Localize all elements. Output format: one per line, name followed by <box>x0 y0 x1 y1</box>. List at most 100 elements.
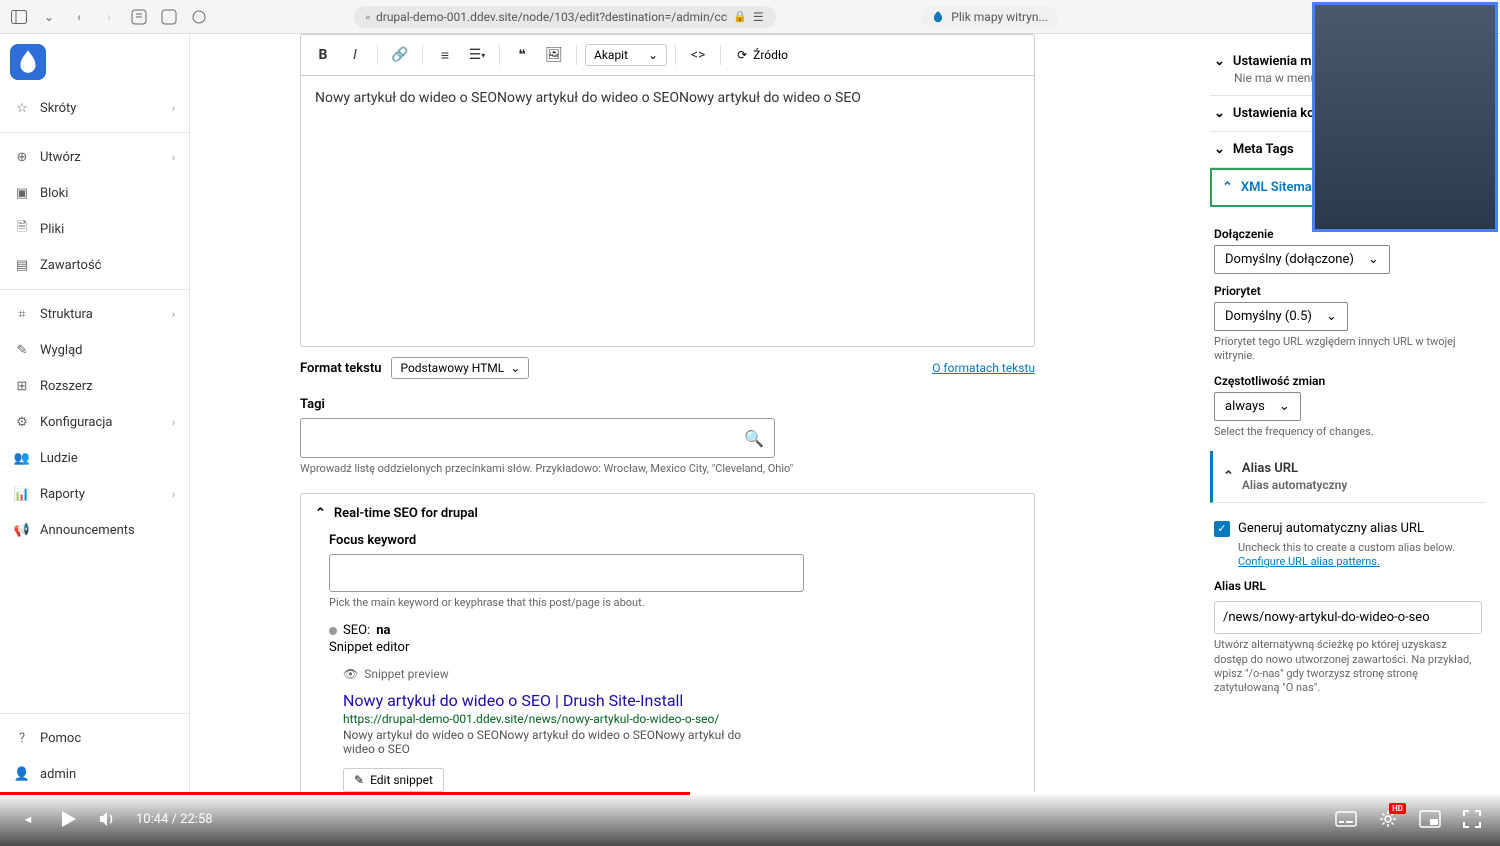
app-icon-2[interactable] <box>160 8 178 26</box>
snippet-editor-label: Snippet editor <box>329 640 1006 655</box>
text-format-row: Format tekstu Podstawowy HTML ⌄ O format… <box>300 357 1035 379</box>
sidebar-item-content[interactable]: ▤ Zawartość <box>0 247 189 283</box>
chevron-down-icon: ⌄ <box>1214 54 1225 69</box>
priority-select[interactable]: Domyślny (0.5) ⌄ <box>1214 302 1348 331</box>
prev-button[interactable]: ◄ <box>16 807 40 831</box>
alias-url-help: Utwórz alternatywną ścieżkę po której uz… <box>1214 638 1482 695</box>
sidebar-toggle-icon[interactable] <box>10 8 28 26</box>
main-content: B I 🔗 ≡ ☰▾ ❝ 🖼 Akapit ⌄ <> ⟳ <box>190 34 1200 792</box>
sidebar-item-help[interactable]: ? Pomoc <box>0 720 189 756</box>
priority-label: Priorytet <box>1214 284 1482 298</box>
chevron-right-icon: › <box>172 102 175 115</box>
sidebar-label: Utwórz <box>40 150 81 165</box>
url-bar[interactable]: ▫ drupal-demo-001.ddev.site/node/103/edi… <box>354 6 776 28</box>
sidebar-item-config[interactable]: ⚙ Konfiguracja › <box>0 404 189 440</box>
chevron-right-icon: › <box>172 416 175 429</box>
sidebar-label: admin <box>40 767 76 782</box>
inclusion-value: Domyślny (dołączone) <box>1225 252 1354 267</box>
drupal-small-icon <box>931 10 945 24</box>
tags-input[interactable]: 🔍 <box>300 418 775 458</box>
sidebar-item-extend[interactable]: ⊞ Rozszerz <box>0 368 189 404</box>
source-label: Źródło <box>753 48 788 62</box>
sidebar-item-reports[interactable]: 📊 Raporty › <box>0 476 189 512</box>
star-icon: ☆ <box>14 100 30 116</box>
chevron-down-icon: ⌄ <box>1279 399 1290 414</box>
code-button[interactable]: <> <box>684 41 712 69</box>
frequency-select[interactable]: always ⌄ <box>1214 392 1301 421</box>
app-icon-1[interactable] <box>130 8 148 26</box>
video-player-controls: ◄ 10:44 / 22:58 HD <box>0 792 1500 846</box>
edit-snippet-button[interactable]: ✎ Edit snippet <box>343 768 444 792</box>
video-progress-fill <box>0 792 690 795</box>
italic-button[interactable]: I <box>341 41 369 69</box>
chevron-up-icon: ⌃ <box>1223 469 1234 484</box>
chevron-right-icon: › <box>172 488 175 501</box>
forward-icon[interactable]: › <box>100 8 118 26</box>
settings-button[interactable]: HD <box>1376 807 1400 831</box>
seo-toggle[interactable]: ⌃ Real-time SEO for drupal <box>301 494 1034 533</box>
sidebar-item-create[interactable]: ⊕ Utwórz › <box>0 139 189 175</box>
editor-toolbar: B I 🔗 ≡ ☰▾ ❝ 🖼 Akapit ⌄ <> ⟳ <box>301 35 1034 76</box>
sidebar-item-people[interactable]: 👥 Ludzie <box>0 440 189 476</box>
source-button[interactable]: ⟳ Źródło <box>729 45 796 65</box>
back-icon[interactable]: ‹ <box>70 8 88 26</box>
chevron-down-icon: ⌄ <box>1214 142 1225 157</box>
browser-tab-2[interactable]: Plik mapy witryn... <box>921 6 1058 28</box>
frequency-help: Select the frequency of changes. <box>1214 425 1482 439</box>
video-progress-bar[interactable] <box>0 792 1500 795</box>
structure-icon: ⌗ <box>14 306 30 322</box>
sidebar-label: Rozszerz <box>40 379 93 394</box>
xml-sitemap-title: XML Sitemap <box>1241 180 1319 195</box>
sidebar-item-blocks[interactable]: ▣ Bloki <box>0 175 189 211</box>
dropdown-icon[interactable]: ⌄ <box>40 8 58 26</box>
auto-alias-checkbox[interactable]: ✓ <box>1214 521 1230 537</box>
chart-icon: 📊 <box>14 486 30 502</box>
sidebar-item-files[interactable]: 🗎 Pliki <box>0 211 189 247</box>
tags-label: Tagi <box>300 397 1180 412</box>
page-icon: ▫ <box>366 10 370 24</box>
paragraph-select[interactable]: Akapit ⌄ <box>585 44 667 66</box>
format-value: Podstawowy HTML <box>400 361 504 375</box>
seo-status-value: na <box>376 623 390 638</box>
sidebar-item-shortcuts[interactable]: ☆ Skróty › <box>0 90 189 126</box>
drupal-logo[interactable] <box>10 44 46 80</box>
sidebar-item-appearance[interactable]: ✎ Wygląd <box>0 332 189 368</box>
sidebar-item-structure[interactable]: ⌗ Struktura › <box>0 296 189 332</box>
editor-body[interactable]: Nowy artykuł do wideo o SEONowy artykuł … <box>301 76 1034 346</box>
app-icon-3[interactable] <box>190 8 208 26</box>
sidebar-label: Skróty <box>40 101 76 116</box>
image-button[interactable]: 🖼 <box>540 41 568 69</box>
focus-keyword-input[interactable] <box>329 554 804 592</box>
hd-badge: HD <box>1389 803 1406 814</box>
bullet-list-button[interactable]: ≡ <box>431 41 459 69</box>
file-icon: 🗎 <box>14 221 30 237</box>
inclusion-select[interactable]: Domyślny (dołączone) ⌄ <box>1214 245 1390 274</box>
snippet-description: Nowy artykuł do wideo o SEONowy artykuł … <box>343 728 743 756</box>
url-text: drupal-demo-001.ddev.site/node/103/edit?… <box>376 10 727 24</box>
quote-button[interactable]: ❝ <box>508 41 536 69</box>
play-button[interactable] <box>56 807 80 831</box>
format-help-link[interactable]: O formatach tekstu <box>932 361 1035 375</box>
alias-url-field-label: Alias URL <box>1214 579 1482 593</box>
chevron-right-icon: › <box>172 308 175 321</box>
sidebar-item-announcements[interactable]: 📢 Announcements <box>0 512 189 548</box>
alias-url-section[interactable]: ⌃ Alias URL Alias automatyczny <box>1210 451 1486 503</box>
volume-button[interactable] <box>96 807 120 831</box>
format-select[interactable]: Podstawowy HTML ⌄ <box>391 357 529 379</box>
alias-patterns-link[interactable]: Configure URL alias patterns. <box>1238 555 1380 568</box>
alias-url-input[interactable] <box>1214 601 1482 634</box>
sidebar-label: Pomoc <box>40 731 81 746</box>
sidebar-item-admin[interactable]: 👤 admin <box>0 756 189 792</box>
chevron-down-icon: ⌄ <box>1214 106 1225 121</box>
seo-status-prefix: SEO: <box>343 623 370 638</box>
bold-button[interactable]: B <box>309 41 337 69</box>
miniplayer-button[interactable] <box>1418 807 1442 831</box>
user-icon: 👤 <box>14 766 30 782</box>
sidebar-label: Pliki <box>40 222 64 237</box>
captions-button[interactable] <box>1334 807 1358 831</box>
fullscreen-button[interactable] <box>1460 807 1484 831</box>
sidebar-label: Wygląd <box>40 343 82 358</box>
link-button[interactable]: 🔗 <box>386 41 414 69</box>
number-list-button[interactable]: ☰▾ <box>463 41 491 69</box>
search-icon: 🔍 <box>744 429 764 448</box>
